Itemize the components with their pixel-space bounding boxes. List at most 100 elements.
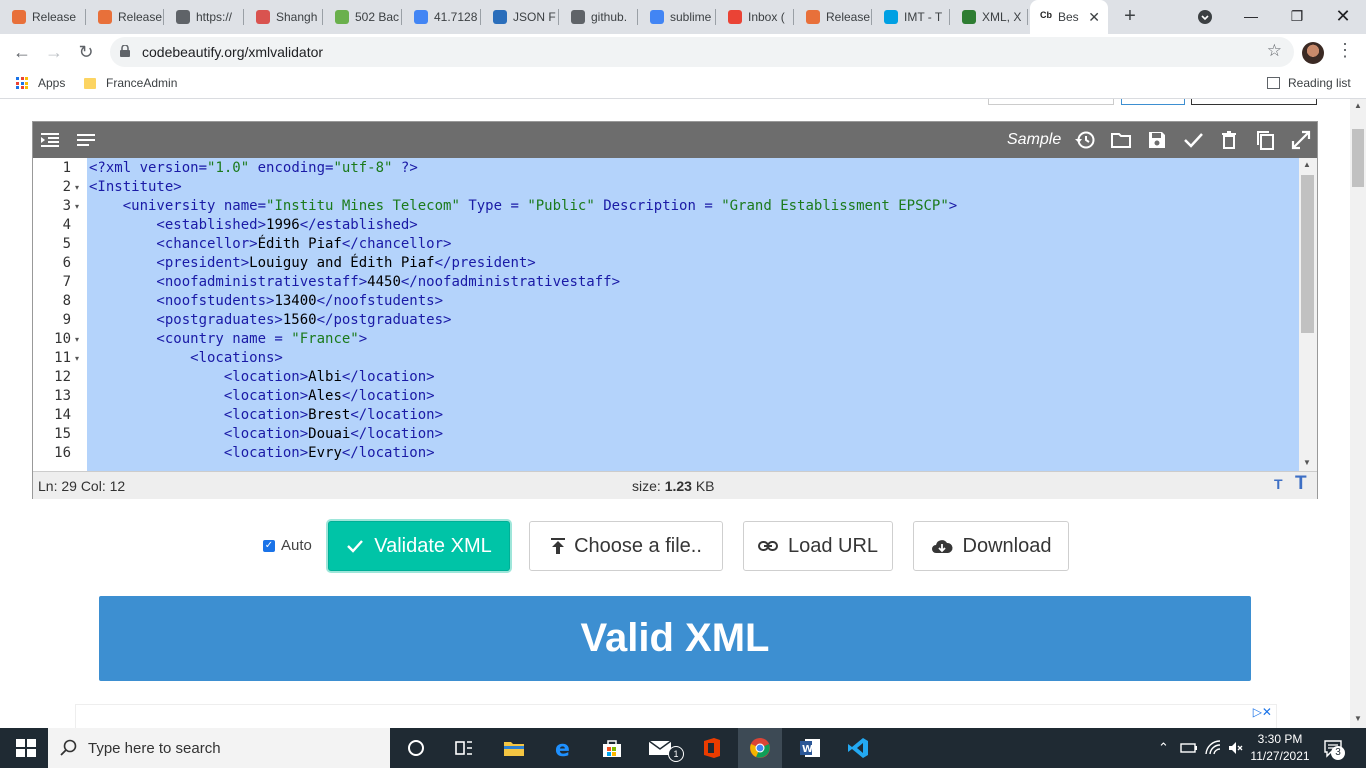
line-number: 6 bbox=[62, 255, 71, 271]
wifi-icon[interactable] bbox=[1205, 740, 1221, 756]
scroll-up-icon[interactable]: ▲ bbox=[1303, 160, 1311, 169]
folder-icon bbox=[84, 77, 96, 89]
editor-scrollbar[interactable]: ▲ ▼ bbox=[1299, 158, 1317, 471]
check-icon[interactable] bbox=[1182, 129, 1204, 151]
browser-tab[interactable]: 41.7128 bbox=[404, 0, 481, 34]
browser-tab[interactable]: JSON F bbox=[483, 0, 559, 34]
file-size: size: 1.23 KB bbox=[632, 478, 715, 494]
file-explorer-icon[interactable] bbox=[502, 736, 526, 760]
fold-toggle-icon[interactable]: ▾ bbox=[75, 183, 79, 192]
bookmark-apps[interactable]: Apps bbox=[16, 76, 65, 90]
wrap-text-icon[interactable] bbox=[75, 129, 97, 151]
scroll-down-icon[interactable]: ▼ bbox=[1303, 458, 1311, 467]
browser-tab[interactable]: 502 Bac bbox=[325, 0, 402, 34]
code-line: <location>Albi</location> bbox=[89, 369, 435, 385]
chrome-taskbar-button[interactable] bbox=[738, 728, 782, 768]
auto-checkbox[interactable]: ✓ bbox=[263, 539, 275, 552]
vscode-icon[interactable] bbox=[846, 736, 870, 760]
ad-banner: ▷✕ bbox=[75, 704, 1277, 728]
browser-menu-icon[interactable]: ⋮ bbox=[1336, 40, 1354, 64]
minimize-button[interactable]: — bbox=[1228, 0, 1274, 32]
save-icon[interactable] bbox=[1146, 129, 1168, 151]
page-scrollbar[interactable]: ▲ ▼ bbox=[1350, 99, 1366, 728]
new-tab-button[interactable]: + bbox=[1118, 4, 1142, 28]
browser-tab[interactable]: Cb Bes ✕ bbox=[1030, 0, 1108, 34]
address-bar[interactable]: codebeautify.org/xmlvalidator ☆ bbox=[110, 37, 1294, 67]
bookmark-franceadmin[interactable]: FranceAdmin bbox=[84, 76, 177, 90]
back-button[interactable]: ← bbox=[10, 40, 34, 64]
load-url-button[interactable]: Load URL bbox=[743, 521, 893, 571]
maximize-button[interactable]: ❐ bbox=[1274, 0, 1320, 32]
mail-app[interactable]: 1 bbox=[648, 736, 684, 765]
scroll-up-icon[interactable]: ▲ bbox=[1354, 101, 1362, 110]
browser-tab[interactable]: github. bbox=[561, 0, 638, 34]
ad-choices-icon[interactable]: ▷✕ bbox=[1253, 705, 1272, 719]
browser-tab[interactable]: XML, X bbox=[952, 0, 1028, 34]
tab-search-button[interactable] bbox=[1182, 0, 1228, 32]
bookmark-star-icon[interactable]: ☆ bbox=[1267, 41, 1282, 61]
word-icon[interactable]: W bbox=[798, 736, 822, 760]
lock-icon bbox=[120, 45, 130, 57]
profile-avatar[interactable] bbox=[1302, 42, 1324, 64]
code-area[interactable]: 1 2 ▾ 3 ▾ 4 5 6 7 8 9 10 ▾ 11 ▾ 12 13 14 15 16 <?xml versio… bbox=[33, 158, 1317, 471]
apps-grid-icon bbox=[16, 77, 28, 89]
taskbar-search[interactable]: Type here to search bbox=[48, 728, 390, 768]
fold-toggle-icon[interactable]: ▾ bbox=[75, 354, 79, 363]
scroll-down-icon[interactable]: ▼ bbox=[1354, 714, 1362, 723]
browser-tab[interactable]: sublime bbox=[640, 0, 716, 34]
trash-icon[interactable] bbox=[1218, 129, 1240, 151]
browser-tab[interactable]: Release bbox=[88, 0, 164, 34]
code-line: <noofadministrativestaff>4450</noofadmin… bbox=[89, 274, 621, 290]
store-icon[interactable] bbox=[600, 736, 624, 760]
sample-link[interactable]: Sample bbox=[1007, 131, 1061, 149]
close-window-button[interactable]: ✕ bbox=[1320, 0, 1366, 32]
auto-validate-toggle[interactable]: ✓ Auto bbox=[263, 537, 312, 554]
system-clock[interactable]: 3:30 PM 11/27/2021 bbox=[1250, 731, 1310, 765]
download-button[interactable]: Download bbox=[913, 521, 1069, 571]
notifications-button[interactable]: 3 bbox=[1323, 738, 1345, 763]
forward-button[interactable]: → bbox=[42, 40, 66, 64]
edge-icon[interactable]: e bbox=[552, 736, 576, 760]
office-icon[interactable] bbox=[700, 736, 724, 760]
fold-toggle-icon[interactable]: ▾ bbox=[75, 335, 79, 344]
tab-favicon-icon: Cb bbox=[1040, 10, 1052, 20]
tab-favicon-icon bbox=[806, 10, 820, 24]
cortana-icon[interactable] bbox=[404, 736, 428, 760]
history-icon[interactable] bbox=[1074, 129, 1096, 151]
line-number: 8 bbox=[62, 293, 71, 309]
validate-label: Validate XML bbox=[374, 534, 492, 557]
copy-icon[interactable] bbox=[1254, 129, 1276, 151]
close-tab-icon[interactable]: ✕ bbox=[1088, 9, 1100, 26]
open-folder-icon[interactable] bbox=[1110, 129, 1132, 151]
task-view-icon[interactable] bbox=[452, 736, 476, 760]
browser-tab[interactable]: https:// bbox=[166, 0, 244, 34]
tab-title: Release bbox=[826, 10, 871, 24]
tab-favicon-icon bbox=[256, 10, 270, 24]
fold-toggle-icon[interactable]: ▾ bbox=[75, 202, 79, 211]
editor-scrollbar-thumb[interactable] bbox=[1301, 175, 1314, 333]
show-hidden-icons[interactable]: ⌃ bbox=[1158, 740, 1169, 756]
browser-tab[interactable]: Inbox ( bbox=[718, 0, 794, 34]
reading-list-button[interactable]: Reading list bbox=[1267, 76, 1351, 90]
battery-icon[interactable] bbox=[1180, 741, 1198, 755]
browser-tab[interactable]: Release bbox=[796, 0, 872, 34]
header-button-stub bbox=[1191, 99, 1317, 105]
browser-tab[interactable]: Release bbox=[2, 0, 86, 34]
browser-tab[interactable]: IMT - T bbox=[874, 0, 950, 34]
tab-title: github. bbox=[591, 10, 628, 24]
reload-button[interactable]: ↻ bbox=[74, 40, 98, 64]
validate-xml-button[interactable]: Validate XML bbox=[328, 521, 510, 571]
windows-start-icon[interactable] bbox=[14, 736, 38, 760]
browser-tab[interactable]: Shangh bbox=[246, 0, 323, 34]
tab-title: https:// bbox=[196, 10, 233, 24]
indent-icon[interactable] bbox=[39, 129, 61, 151]
choose-file-button[interactable]: Choose a file.. bbox=[529, 521, 723, 571]
page-scrollbar-thumb[interactable] bbox=[1352, 129, 1364, 187]
cloud-download-icon bbox=[931, 540, 953, 553]
volume-muted-icon[interactable] bbox=[1227, 740, 1243, 756]
fullscreen-icon[interactable] bbox=[1290, 129, 1312, 151]
decrease-font-icon[interactable]: T bbox=[1274, 476, 1283, 492]
choose-file-label: Choose a file.. bbox=[574, 534, 702, 557]
increase-font-icon[interactable]: T bbox=[1295, 473, 1307, 495]
code-line: <Institute> bbox=[89, 179, 182, 195]
